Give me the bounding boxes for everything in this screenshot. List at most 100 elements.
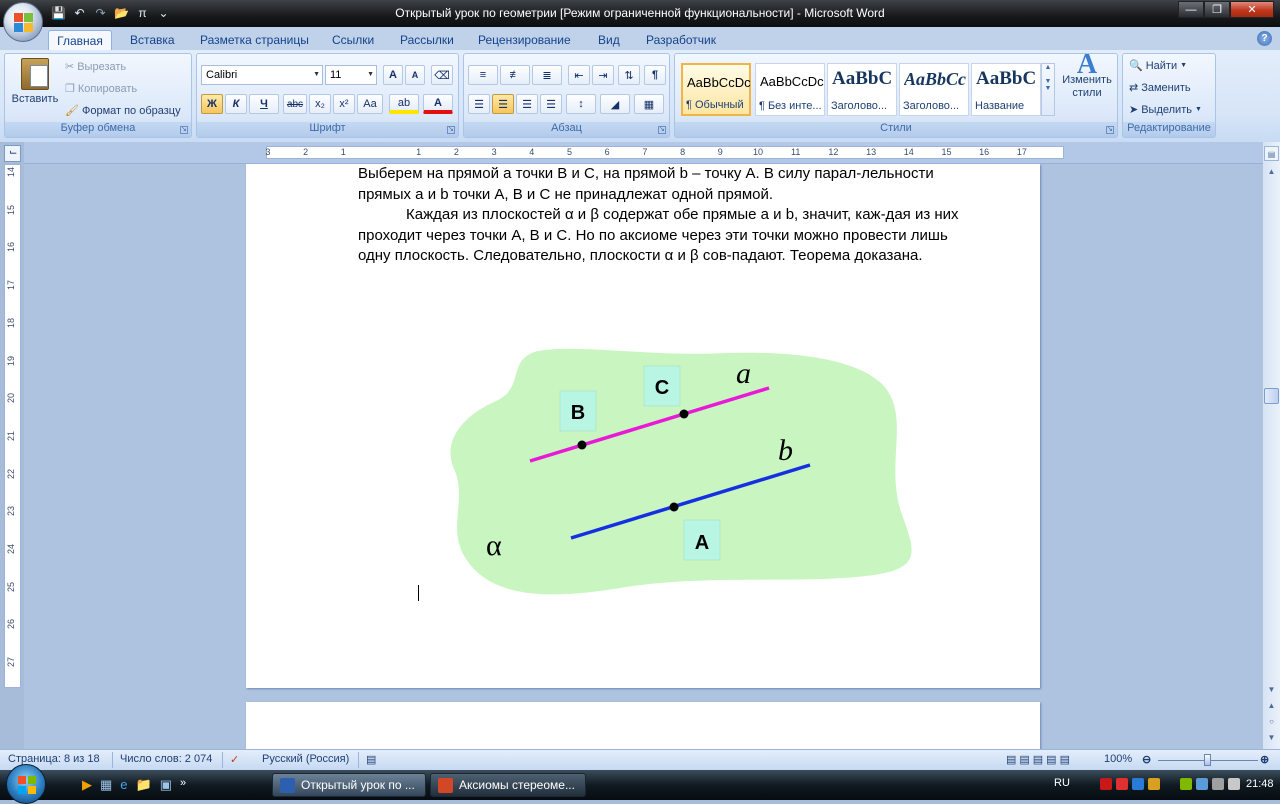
paragraph-1[interactable]: Выберем на прямой a точки B и C, на прям… xyxy=(358,164,982,205)
clear-format-icon[interactable]: ⌫ xyxy=(431,65,453,85)
styles-launcher-icon[interactable]: ↘ xyxy=(1106,126,1114,134)
view-ruler-icon[interactable]: ▤ xyxy=(1264,146,1279,161)
show-desktop-icon[interactable]: ▦ xyxy=(100,777,112,793)
style-title[interactable]: AaBbC Название xyxy=(971,63,1041,116)
document-body[interactable]: Выберем на прямой a точки B и C, на прям… xyxy=(358,164,982,267)
vertical-ruler[interactable]: 14 15 16 17 18 19 20 21 22 23 24 25 26 27 xyxy=(4,164,21,688)
tray-safely-remove-icon[interactable] xyxy=(1180,778,1192,790)
strikethrough-button[interactable]: abc xyxy=(283,94,307,114)
tab-view[interactable]: Вид xyxy=(590,30,628,50)
tray-monitor-icon[interactable] xyxy=(1196,778,1208,790)
grow-font-button[interactable]: A xyxy=(383,65,403,85)
align-center-icon[interactable]: ☰ xyxy=(492,94,514,114)
align-right-icon[interactable]: ☰ xyxy=(516,94,538,114)
subscript-button[interactable]: x₂ xyxy=(309,94,331,114)
next-page-icon[interactable]: ▼ xyxy=(1264,730,1279,745)
styles-scroll[interactable]: ▲ ▼ ▼ xyxy=(1041,63,1055,116)
numbering-icon[interactable]: ≢ xyxy=(500,65,530,85)
italic-button[interactable]: К xyxy=(225,94,247,114)
zoom-slider-thumb[interactable] xyxy=(1204,754,1211,766)
tab-insert[interactable]: Вставка xyxy=(122,30,183,50)
zoom-level[interactable]: 100% xyxy=(1104,753,1132,765)
tab-review[interactable]: Рецензирование xyxy=(470,30,579,50)
shrink-font-button[interactable]: A xyxy=(405,65,425,85)
ruler-toggle-button[interactable]: ⌙ xyxy=(4,145,21,162)
justify-icon[interactable]: ☰ xyxy=(540,94,562,114)
tray-volume-icon[interactable] xyxy=(1228,778,1240,790)
word-count[interactable]: Число слов: 2 074 xyxy=(120,753,212,765)
internet-explorer-icon[interactable]: e xyxy=(120,777,127,793)
tray-connection-icon[interactable] xyxy=(1212,778,1224,790)
switch-windows-icon[interactable]: ▣ xyxy=(160,777,172,793)
borders-icon[interactable]: ▦ xyxy=(634,94,664,114)
vertical-scrollbar[interactable]: ▤ ▲ ▼ ▲ ○ ▼ xyxy=(1263,142,1280,749)
document-page[interactable]: Выберем на прямой a точки B и C, на прям… xyxy=(246,164,1040,688)
multilevel-list-icon[interactable]: ≣ xyxy=(532,65,562,85)
sort-icon[interactable]: ⇅ xyxy=(618,65,640,85)
copy-button[interactable]: ❐ Копировать xyxy=(65,82,137,96)
paragraph-launcher-icon[interactable]: ↘ xyxy=(658,126,666,134)
find-button[interactable]: 🔍 Найти ▼ xyxy=(1129,59,1187,73)
language-indicator[interactable]: Русский (Россия) xyxy=(262,753,349,765)
paragraph-2[interactable]: Каждая из плоскостей α и β содержат обе … xyxy=(358,205,982,267)
language-bar[interactable]: RU xyxy=(1054,777,1070,789)
tab-references[interactable]: Ссылки xyxy=(324,30,382,50)
scroll-down-icon[interactable]: ▼ xyxy=(1264,682,1279,697)
underline-button[interactable]: Ч xyxy=(249,94,279,114)
zoom-out-icon[interactable]: ⊖ xyxy=(1142,753,1151,766)
align-left-icon[interactable]: ☰ xyxy=(468,94,490,114)
tab-page-layout[interactable]: Разметка страницы xyxy=(192,30,317,50)
bullets-icon[interactable]: ≡ xyxy=(468,65,498,85)
cut-button[interactable]: ✂ Вырезать xyxy=(65,60,126,74)
highlight-button[interactable]: ab xyxy=(389,94,419,114)
font-name-combo[interactable]: Calibri ▼ xyxy=(201,65,323,85)
format-painter-button[interactable]: 🖌 Формат по образцу xyxy=(65,104,181,118)
document-page-next[interactable] xyxy=(246,702,1040,749)
office-button[interactable] xyxy=(3,2,43,42)
select-button[interactable]: ➤ Выделить ▼ xyxy=(1129,103,1202,117)
line-spacing-icon[interactable]: ↕ xyxy=(566,94,596,114)
view-buttons-icon[interactable]: ▤▤▤▤▤ xyxy=(1006,753,1073,766)
style-normal[interactable]: AaBbCcDc ¶ Обычный xyxy=(681,63,751,116)
restore-button[interactable]: ❐ xyxy=(1204,1,1230,18)
decrease-indent-icon[interactable]: ⇤ xyxy=(568,65,590,85)
change-case-button[interactable]: Aa xyxy=(357,94,383,114)
help-icon[interactable]: ? xyxy=(1257,31,1272,46)
tray-antivirus-icon[interactable] xyxy=(1116,778,1128,790)
tab-home[interactable]: Главная xyxy=(48,30,112,50)
minimize-button[interactable]: — xyxy=(1178,1,1204,18)
previous-page-icon[interactable]: ▲ xyxy=(1264,698,1279,713)
start-button[interactable] xyxy=(6,764,46,804)
tray-network-icon[interactable] xyxy=(1132,778,1144,790)
clock[interactable]: 21:48 xyxy=(1246,778,1274,790)
tray-media-icon[interactable] xyxy=(1100,778,1112,790)
media-player-icon[interactable]: ▶ xyxy=(82,777,92,793)
macro-record-icon[interactable]: ▤ xyxy=(366,753,376,766)
proofing-icon[interactable]: ✓ xyxy=(230,753,239,766)
clipboard-launcher-icon[interactable]: ↘ xyxy=(180,126,188,134)
page-indicator[interactable]: Страница: 8 из 18 xyxy=(8,753,100,765)
style-heading-1[interactable]: AaBbC Заголово... xyxy=(827,63,897,116)
taskbar-task-word-1[interactable]: Открытый урок по ... xyxy=(272,773,426,797)
tab-mailings[interactable]: Рассылки xyxy=(392,30,462,50)
increase-indent-icon[interactable]: ⇥ xyxy=(592,65,614,85)
folder-icon[interactable]: 📁 xyxy=(136,777,152,793)
font-launcher-icon[interactable]: ↘ xyxy=(447,126,455,134)
shading-icon[interactable]: ◢ xyxy=(600,94,630,114)
horizontal-ruler[interactable]: 3 2 1 1 2 3 4 5 6 7 8 9 10 11 12 13 14 15 16 17 xyxy=(24,142,1263,164)
browse-object-icon[interactable]: ○ xyxy=(1264,714,1279,729)
superscript-button[interactable]: x² xyxy=(333,94,355,114)
geometry-figure[interactable]: B C A a b α xyxy=(426,339,926,604)
style-no-spacing[interactable]: AaBbCcDc ¶ Без инте... xyxy=(755,63,825,116)
bold-button[interactable]: Ж xyxy=(201,94,223,114)
change-styles-button[interactable]: A Изменить стили xyxy=(1059,51,1115,100)
quick-launch-more-icon[interactable]: » xyxy=(180,777,186,793)
close-button[interactable]: ✕ xyxy=(1230,1,1274,18)
scroll-thumb[interactable] xyxy=(1264,388,1279,404)
scroll-up-icon[interactable]: ▲ xyxy=(1264,164,1279,179)
tray-update-icon[interactable] xyxy=(1148,778,1160,790)
font-size-combo[interactable]: 11 ▼ xyxy=(325,65,377,85)
style-heading-2[interactable]: AaBbCc Заголово... xyxy=(899,63,969,116)
taskbar-task-powerpoint[interactable]: Аксиомы стереоме... xyxy=(430,773,586,797)
replace-button[interactable]: ⇄ Заменить xyxy=(1129,81,1191,95)
